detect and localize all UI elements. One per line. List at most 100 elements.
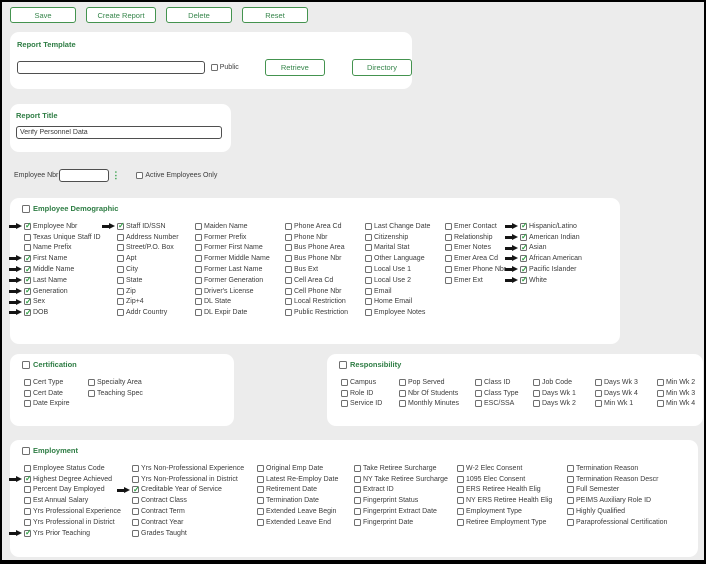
field-checkbox[interactable] (520, 255, 528, 263)
field-checkbox[interactable] (257, 486, 264, 494)
field-checkbox[interactable] (117, 266, 124, 274)
field-checkbox[interactable] (341, 400, 348, 408)
field-checkbox[interactable] (24, 464, 31, 472)
create-report-button[interactable]: Create Report (86, 7, 156, 23)
field-checkbox[interactable] (457, 497, 464, 505)
employee-nbr-input[interactable] (59, 168, 110, 182)
directory-button[interactable]: Directory (351, 59, 412, 76)
save-button[interactable]: Save (10, 7, 76, 23)
field-checkbox[interactable] (257, 475, 264, 483)
field-checkbox[interactable] (24, 508, 31, 516)
field-checkbox[interactable] (399, 389, 406, 397)
field-checkbox[interactable] (285, 233, 292, 241)
section-checkbox-employment[interactable] (22, 446, 30, 455)
field-checkbox[interactable] (132, 475, 139, 483)
field-checkbox[interactable] (285, 287, 292, 295)
field-checkbox[interactable] (520, 244, 528, 252)
field-checkbox[interactable] (520, 276, 528, 284)
field-checkbox[interactable] (520, 233, 528, 241)
field-checkbox[interactable] (445, 255, 452, 263)
field-checkbox[interactable] (657, 378, 664, 386)
field-checkbox[interactable] (24, 309, 32, 317)
public-checkbox[interactable] (210, 64, 218, 71)
field-checkbox[interactable] (195, 233, 202, 241)
field-checkbox[interactable] (257, 518, 264, 526)
field-checkbox[interactable] (354, 497, 361, 505)
field-checkbox[interactable] (595, 400, 602, 408)
field-checkbox[interactable] (445, 233, 452, 241)
field-checkbox[interactable] (24, 378, 31, 386)
field-checkbox[interactable] (567, 475, 574, 483)
field-checkbox[interactable] (24, 276, 32, 284)
field-checkbox[interactable] (195, 298, 202, 306)
field-checkbox[interactable] (24, 298, 32, 306)
field-checkbox[interactable] (24, 475, 32, 483)
section-checkbox-responsibility[interactable] (339, 360, 347, 369)
field-checkbox[interactable] (257, 508, 264, 516)
field-checkbox[interactable] (354, 475, 361, 483)
field-checkbox[interactable] (195, 255, 202, 263)
field-checkbox[interactable] (354, 464, 361, 472)
field-checkbox[interactable] (117, 298, 124, 306)
field-checkbox[interactable] (365, 298, 372, 306)
field-checkbox[interactable] (132, 486, 140, 494)
field-checkbox[interactable] (24, 255, 32, 263)
field-checkbox[interactable] (24, 497, 31, 505)
report-title-input[interactable] (16, 126, 222, 139)
field-checkbox[interactable] (475, 389, 482, 397)
field-checkbox[interactable] (365, 287, 372, 295)
field-checkbox[interactable] (457, 475, 464, 483)
field-checkbox[interactable] (533, 389, 540, 397)
employee-nbr-lookup-icon[interactable]: ⋮ (111, 170, 120, 180)
field-checkbox[interactable] (365, 255, 372, 263)
field-checkbox[interactable] (520, 222, 528, 230)
field-checkbox[interactable] (285, 266, 292, 274)
field-checkbox[interactable] (567, 518, 574, 526)
field-checkbox[interactable] (354, 518, 361, 526)
field-checkbox[interactable] (132, 518, 139, 526)
field-checkbox[interactable] (132, 464, 139, 472)
field-checkbox[interactable] (24, 266, 32, 274)
field-checkbox[interactable] (567, 464, 574, 472)
retrieve-button[interactable]: Retrieve (264, 59, 325, 76)
field-checkbox[interactable] (195, 244, 202, 252)
field-checkbox[interactable] (117, 276, 124, 284)
field-checkbox[interactable] (24, 529, 32, 537)
section-checkbox-employee-demographic[interactable] (22, 204, 30, 213)
field-checkbox[interactable] (354, 486, 361, 494)
field-checkbox[interactable] (533, 378, 540, 386)
field-checkbox[interactable] (475, 400, 482, 408)
field-checkbox[interactable] (341, 389, 348, 397)
field-checkbox[interactable] (567, 486, 574, 494)
field-checkbox[interactable] (365, 309, 372, 317)
field-checkbox[interactable] (117, 255, 124, 263)
delete-button[interactable]: Delete (166, 7, 232, 23)
field-checkbox[interactable] (595, 378, 602, 386)
field-checkbox[interactable] (88, 389, 95, 397)
field-checkbox[interactable] (24, 287, 32, 295)
field-checkbox[interactable] (445, 244, 452, 252)
field-checkbox[interactable] (285, 298, 292, 306)
field-checkbox[interactable] (457, 464, 464, 472)
field-checkbox[interactable] (445, 266, 452, 274)
field-checkbox[interactable] (117, 222, 125, 230)
field-checkbox[interactable] (285, 276, 292, 284)
report-template-input[interactable] (17, 61, 205, 74)
field-checkbox[interactable] (24, 486, 31, 494)
field-checkbox[interactable] (132, 508, 139, 516)
field-checkbox[interactable] (365, 244, 372, 252)
field-checkbox[interactable] (24, 389, 31, 397)
field-checkbox[interactable] (24, 233, 31, 241)
field-checkbox[interactable] (117, 233, 124, 241)
field-checkbox[interactable] (117, 287, 124, 295)
section-checkbox-certification[interactable] (22, 360, 30, 369)
field-checkbox[interactable] (132, 497, 139, 505)
field-checkbox[interactable] (117, 309, 124, 317)
field-checkbox[interactable] (24, 400, 31, 408)
field-checkbox[interactable] (457, 508, 464, 516)
field-checkbox[interactable] (285, 222, 292, 230)
field-checkbox[interactable] (285, 309, 292, 317)
field-checkbox[interactable] (445, 276, 452, 284)
field-checkbox[interactable] (24, 244, 31, 252)
field-checkbox[interactable] (595, 389, 602, 397)
